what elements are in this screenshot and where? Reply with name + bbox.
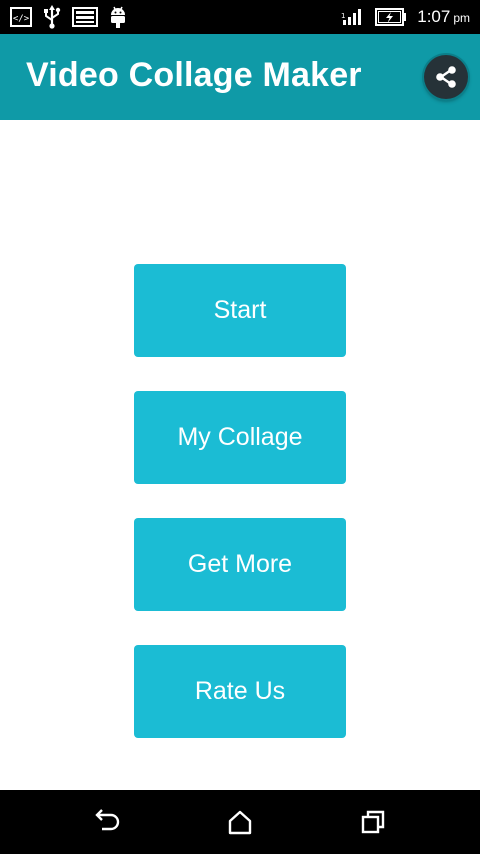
code-icon: </> (10, 7, 32, 27)
back-button[interactable] (91, 806, 123, 838)
svg-text:</>: </> (13, 14, 30, 24)
home-icon (228, 810, 252, 835)
recents-button[interactable] (357, 806, 389, 838)
status-time-ampm: pm (453, 11, 470, 25)
home-button[interactable] (224, 806, 256, 838)
android-icon (111, 6, 125, 28)
get-more-button[interactable]: Get More (134, 518, 346, 611)
my-collage-button[interactable]: My Collage (134, 391, 346, 484)
status-notification-icons: </> (10, 5, 128, 29)
signal-icon: 1 (341, 9, 362, 25)
navigation-bar (0, 790, 480, 854)
svg-text:1: 1 (341, 12, 345, 20)
start-button[interactable]: Start (134, 264, 346, 357)
recents-icon (361, 810, 385, 834)
status-time-value: 1:07 (417, 7, 451, 26)
share-button[interactable] (424, 55, 468, 99)
status-time: 1:07 pm (417, 7, 470, 27)
status-system-icons: 1 1:07 pm (341, 5, 470, 29)
image-icon (72, 7, 98, 27)
usb-icon (44, 5, 61, 29)
my-collage-button-label: My Collage (177, 423, 303, 451)
status-bar: </> 1 1:07 pm (0, 0, 480, 34)
rate-us-button-label: Rate Us (194, 677, 286, 705)
app-bar: Video Collage Maker (0, 34, 480, 120)
share-icon (436, 66, 456, 88)
rate-us-button[interactable]: Rate Us (134, 645, 346, 738)
get-more-button-label: Get More (187, 550, 293, 578)
back-icon (95, 809, 120, 831)
battery-icon (375, 8, 407, 26)
start-button-label: Start (213, 296, 267, 324)
app-title: Video Collage Maker (26, 56, 362, 94)
